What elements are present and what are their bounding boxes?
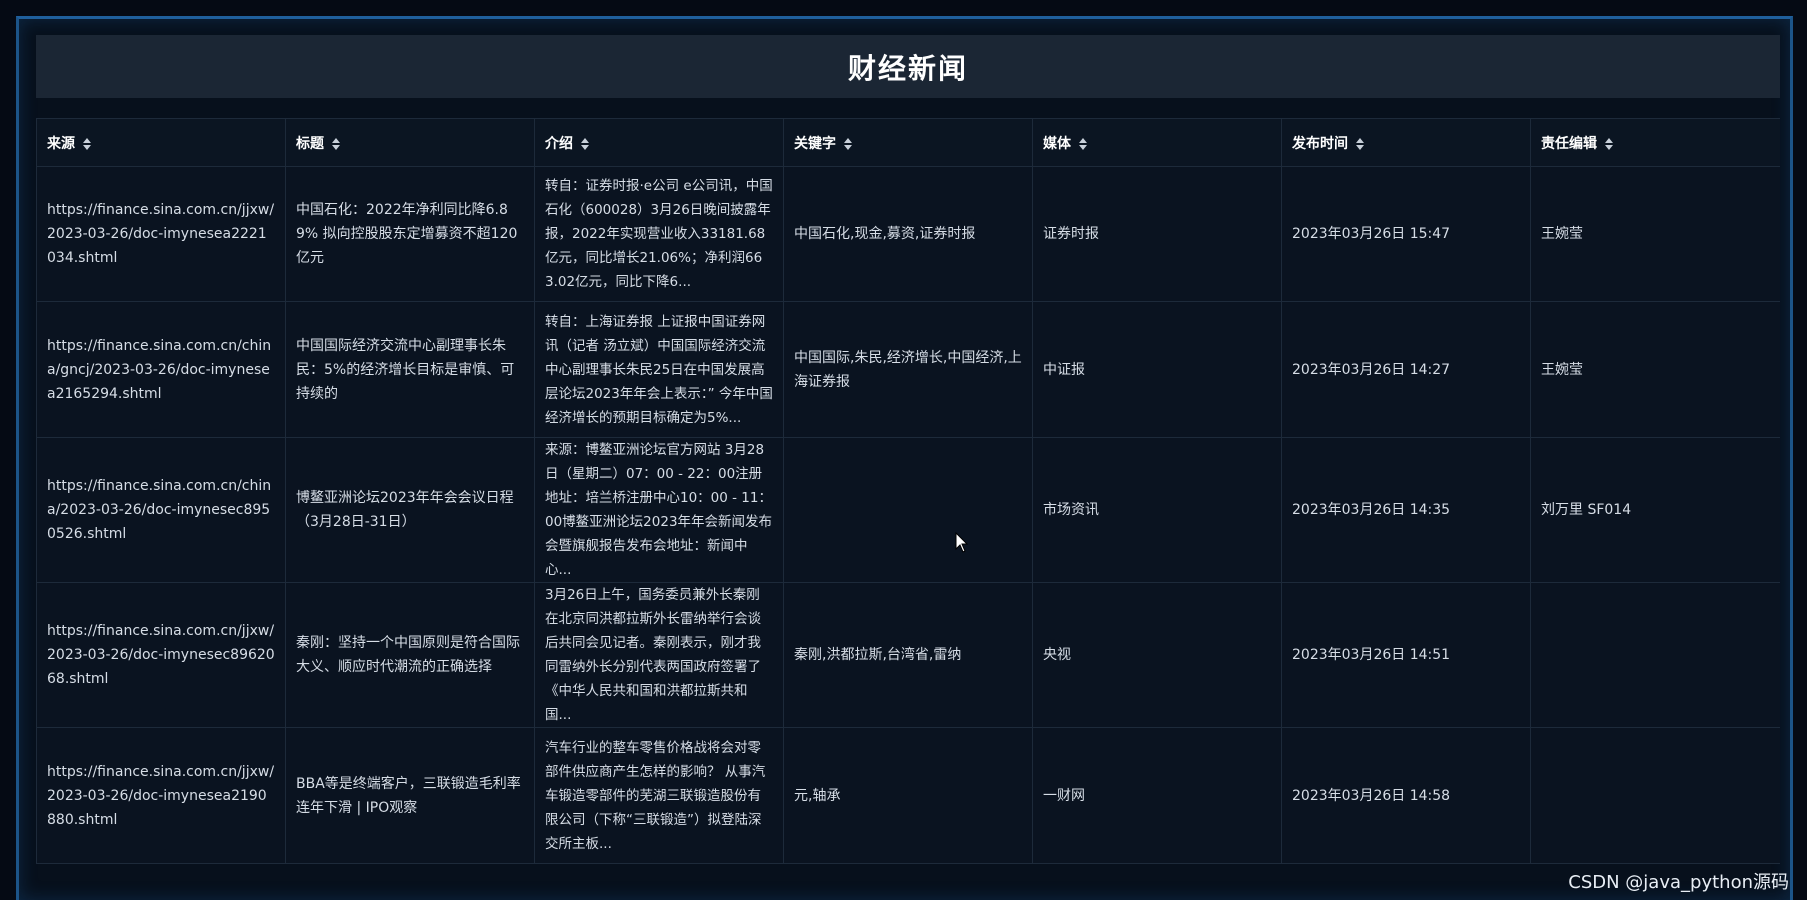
sort-icon[interactable] — [580, 137, 590, 151]
cell-time: 2023年03月26日 14:51 — [1281, 582, 1531, 728]
column-header-media[interactable]: 媒体 — [1032, 118, 1282, 167]
column-header-label: 媒体 — [1043, 135, 1071, 152]
column-header-label: 介绍 — [545, 135, 573, 152]
column-header-time[interactable]: 发布时间 — [1281, 118, 1531, 167]
cell-source[interactable]: https://finance.sina.com.cn/china/gncj/2… — [36, 301, 286, 438]
cell-title: 中国国际经济交流中心副理事长朱民：5%的经济增长目标是审慎、可持续的 — [285, 301, 535, 438]
sort-icon[interactable] — [1078, 137, 1088, 151]
cell-intro: 转自：上海证券报 上证报中国证券网讯（记者 汤立斌）中国国际经济交流中心副理事长… — [534, 301, 784, 438]
cell-source[interactable]: https://finance.sina.com.cn/jjxw/2023-03… — [36, 582, 286, 728]
cell-title: 博鳌亚洲论坛2023年年会会议日程（3月28日-31日） — [285, 437, 535, 583]
column-header-label: 标题 — [296, 135, 324, 152]
cell-intro: 来源：博鳌亚洲论坛官方网站 3月28日（星期二）07：00 - 22：00注册地… — [534, 437, 784, 583]
watermark: CSDN @java_python源码 — [1568, 872, 1789, 893]
cell-keywords: 中国石化,现金,募资,证券时报 — [783, 166, 1033, 302]
cell-media: 中证报 — [1032, 301, 1282, 438]
cell-media: 市场资讯 — [1032, 437, 1282, 583]
cell-editor: 王婉莹 — [1530, 301, 1780, 438]
sort-icon[interactable] — [331, 137, 341, 151]
cell-media: 证券时报 — [1032, 166, 1282, 302]
column-header-intro[interactable]: 介绍 — [534, 118, 784, 167]
cell-source[interactable]: https://finance.sina.com.cn/china/2023-0… — [36, 437, 286, 583]
cell-keywords: 元,轴承 — [783, 727, 1033, 864]
cell-intro: 转自：证券时报·e公司 e公司讯，中国石化（600028）3月26日晚间披露年报… — [534, 166, 784, 302]
cell-media: 央视 — [1032, 582, 1282, 728]
table-header-row: 来源 标题 介绍 关键字 媒体 发布时间 责任编辑 — [36, 118, 1780, 167]
header-bar: 财经新闻 — [36, 35, 1780, 98]
table-row[interactable]: https://finance.sina.com.cn/china/gncj/2… — [36, 301, 1780, 438]
cell-title: BBA等是终端客户，三联锻造毛利率连年下滑 | IPO观察 — [285, 727, 535, 864]
cell-editor: 刘万里 SF014 — [1530, 437, 1780, 583]
column-header-keywords[interactable]: 关键字 — [783, 118, 1033, 167]
cell-keywords — [783, 437, 1033, 583]
table-row[interactable]: https://finance.sina.com.cn/jjxw/2023-03… — [36, 727, 1780, 864]
cell-media: 一财网 — [1032, 727, 1282, 864]
news-table-container[interactable]: 来源 标题 介绍 关键字 媒体 发布时间 责任编辑 https://finance.sina… — [36, 118, 1780, 900]
cell-keywords: 秦刚,洪都拉斯,台湾省,雷纳 — [783, 582, 1033, 728]
cell-time: 2023年03月26日 14:27 — [1281, 301, 1531, 438]
cell-source[interactable]: https://finance.sina.com.cn/jjxw/2023-03… — [36, 727, 286, 864]
cell-intro: 3月26日上午，国务委员兼外长秦刚在北京同洪都拉斯外长雷纳举行会谈后共同会见记者… — [534, 582, 784, 728]
sort-icon[interactable] — [843, 137, 853, 151]
cell-editor — [1530, 727, 1780, 864]
news-table: 来源 标题 介绍 关键字 媒体 发布时间 责任编辑 https://finance.sina… — [36, 118, 1780, 864]
cell-title: 中国石化：2022年净利同比降6.89% 拟向控股股东定增募资不超120亿元 — [285, 166, 535, 302]
table-row[interactable]: https://finance.sina.com.cn/jjxw/2023-03… — [36, 582, 1780, 728]
mouse-cursor-icon — [955, 532, 969, 553]
cell-title: 秦刚：坚持一个中国原则是符合国际大义、顺应时代潮流的正确选择 — [285, 582, 535, 728]
cell-time: 2023年03月26日 15:47 — [1281, 166, 1531, 302]
table-row[interactable]: https://finance.sina.com.cn/jjxw/2023-03… — [36, 166, 1780, 302]
column-header-editor[interactable]: 责任编辑 — [1530, 118, 1780, 167]
page-title: 财经新闻 — [847, 51, 968, 85]
sort-icon[interactable] — [82, 137, 92, 151]
cell-intro: 汽车行业的整车零售价格战将会对零部件供应商产生怎样的影响？ 从事汽车锻造零部件的… — [534, 727, 784, 864]
table-body: https://finance.sina.com.cn/jjxw/2023-03… — [36, 166, 1780, 864]
cell-editor — [1530, 582, 1780, 728]
cell-keywords: 中国国际,朱民,经济增长,中国经济,上海证券报 — [783, 301, 1033, 438]
table-row[interactable]: https://finance.sina.com.cn/china/2023-0… — [36, 437, 1780, 583]
sort-icon[interactable] — [1355, 137, 1365, 151]
column-header-label: 来源 — [47, 135, 75, 152]
column-header-label: 发布时间 — [1292, 135, 1348, 152]
column-header-label: 责任编辑 — [1541, 135, 1597, 152]
column-header-label: 关键字 — [794, 135, 836, 152]
column-header-title[interactable]: 标题 — [285, 118, 535, 167]
cell-editor: 王婉莹 — [1530, 166, 1780, 302]
cell-time: 2023年03月26日 14:35 — [1281, 437, 1531, 583]
cell-source[interactable]: https://finance.sina.com.cn/jjxw/2023-03… — [36, 166, 286, 302]
cell-time: 2023年03月26日 14:58 — [1281, 727, 1531, 864]
column-header-source[interactable]: 来源 — [36, 118, 286, 167]
sort-icon[interactable] — [1604, 137, 1614, 151]
